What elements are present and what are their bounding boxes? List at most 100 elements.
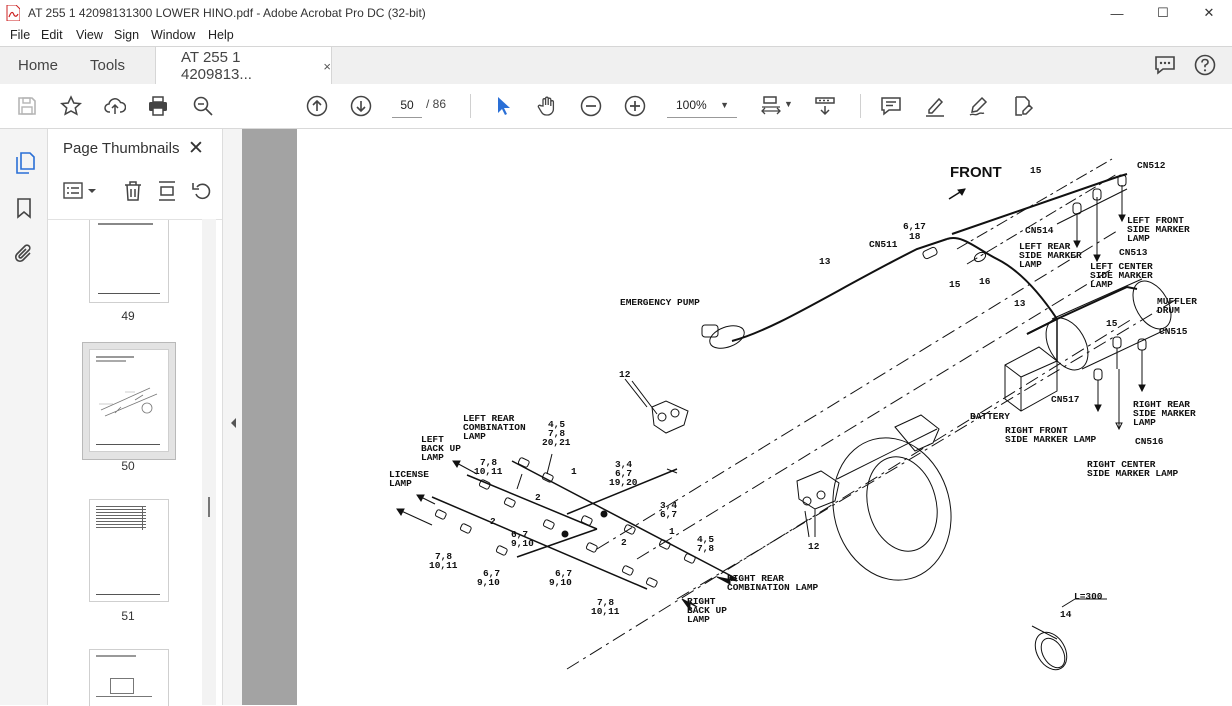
highlight-pen-icon[interactable] xyxy=(922,93,948,119)
thumbnail-label: 51 xyxy=(121,609,135,623)
callout-16: 16 xyxy=(979,276,991,287)
callout-10-11-a: 10,11 xyxy=(474,466,503,477)
label-left-back-up-lamp: LAMP xyxy=(421,452,444,463)
callout-20-21: 20,21 xyxy=(542,437,571,448)
fill-sign-icon[interactable] xyxy=(966,93,992,119)
menu-view[interactable]: View xyxy=(76,28,103,42)
connector-cn513: CN513 xyxy=(1119,247,1148,258)
front-label: FRONT xyxy=(950,164,1002,181)
print-icon[interactable] xyxy=(145,93,171,119)
select-arrow-icon[interactable] xyxy=(490,93,516,119)
wiring-diagram: FRONT 15 CN512 6,17 18 CN511 CN514 LEFT … xyxy=(389,158,1197,671)
menu-window[interactable]: Window xyxy=(151,28,195,42)
scrollbar-thumb[interactable] xyxy=(208,497,210,517)
connector-cn517: CN517 xyxy=(1051,394,1080,405)
toolbar-divider xyxy=(860,94,861,118)
page-number-input[interactable]: 50 xyxy=(392,93,422,118)
zoom-in-icon[interactable] xyxy=(622,93,648,119)
callout-15-right: 15 xyxy=(1106,318,1118,329)
collapse-panel-icon[interactable] xyxy=(229,417,237,429)
zoom-out-icon[interactable] xyxy=(578,93,604,119)
thumbnail-page-50[interactable] xyxy=(89,349,169,452)
delete-trash-icon[interactable] xyxy=(123,180,143,202)
callout-9-10-a: 9,10 xyxy=(511,538,534,549)
help-icon[interactable] xyxy=(1194,54,1216,76)
bookmarks-icon[interactable] xyxy=(16,197,32,219)
thumbnail-page-49[interactable] xyxy=(89,220,169,303)
label-right-front-side-marker-lamp: SIDE MARKER LAMP xyxy=(1005,434,1097,445)
edit-pdf-icon[interactable] xyxy=(1010,93,1036,119)
document-background xyxy=(242,129,297,705)
label-right-center-side-marker-lamp: SIDE MARKER LAMP xyxy=(1087,468,1179,479)
navigation-rail xyxy=(0,129,48,705)
callout-18: 18 xyxy=(909,231,921,242)
toolbar xyxy=(0,84,1232,129)
tab-home[interactable]: Home xyxy=(18,47,58,84)
save-icon[interactable] xyxy=(14,93,40,119)
callout-7-8-c: 7,8 xyxy=(697,543,714,554)
menu-edit[interactable]: Edit xyxy=(41,28,63,42)
tab-tools[interactable]: Tools xyxy=(90,47,125,84)
page-fit-chevron-icon[interactable]: ▼ xyxy=(784,99,793,109)
tab-close-icon[interactable]: × xyxy=(323,59,331,74)
hand-tool-icon[interactable] xyxy=(534,93,560,119)
panel-title: Page Thumbnails xyxy=(63,140,180,157)
connector-cn516: CN516 xyxy=(1135,436,1164,447)
callout-19-20: 19,20 xyxy=(609,477,638,488)
menu-help[interactable]: Help xyxy=(208,28,234,42)
thumbnail-list: 49 50 51 xyxy=(48,219,222,706)
minimize-button[interactable]: — xyxy=(1094,0,1140,26)
label-left-front-lamp: LAMP xyxy=(1127,233,1150,244)
callout-14: 14 xyxy=(1060,609,1072,620)
close-window-button[interactable]: ✕ xyxy=(1186,0,1232,26)
bookmark-star-icon[interactable] xyxy=(58,93,84,119)
callout-9-10-b: 9,10 xyxy=(477,577,500,588)
add-comment-icon[interactable] xyxy=(878,93,904,119)
label-combination-lamp: COMBINATION LAMP xyxy=(727,582,819,593)
label-left-center-lamp: LAMP xyxy=(1090,279,1113,290)
callout-13-right: 13 xyxy=(1014,298,1026,309)
menu-bar: File Edit View Sign Window Help xyxy=(0,26,1232,46)
close-panel-icon[interactable]: ✕ xyxy=(188,137,204,160)
extract-pages-icon[interactable] xyxy=(157,180,177,202)
attachments-icon[interactable] xyxy=(13,243,35,265)
thumbnail-page-52[interactable] xyxy=(89,649,169,706)
thumbnail-page-51[interactable] xyxy=(89,499,169,602)
upload-cloud-icon[interactable] xyxy=(102,93,128,119)
thumbnail-options-icon[interactable] xyxy=(63,181,99,201)
next-page-icon[interactable] xyxy=(348,93,374,119)
callout-2-a: 2 xyxy=(535,492,541,503)
chevron-down-icon: ▼ xyxy=(720,100,729,110)
page-fit-icon[interactable] xyxy=(758,93,784,119)
callout-1-b: 1 xyxy=(669,526,675,537)
scroll-mode-icon[interactable] xyxy=(812,93,838,119)
toolbar-divider xyxy=(470,94,471,118)
menu-sign[interactable]: Sign xyxy=(114,28,139,42)
callout-1-a: 1 xyxy=(571,466,577,477)
label-right-back-up-lamp: LAMP xyxy=(687,614,710,625)
tab-document[interactable]: AT 255 1 4209813... × xyxy=(155,47,332,85)
rotate-icon[interactable] xyxy=(191,180,213,202)
page-thumbnails-icon[interactable] xyxy=(14,151,36,175)
callout-9-10-c: 9,10 xyxy=(549,577,572,588)
connector-cn515: CN515 xyxy=(1159,326,1188,337)
thumbnail-scrollbar[interactable] xyxy=(202,219,216,705)
maximize-button[interactable]: ☐ xyxy=(1140,0,1186,26)
callout-2-b: 2 xyxy=(490,516,496,527)
callout-10-11-b: 10,11 xyxy=(429,560,458,571)
comment-icon[interactable] xyxy=(1154,55,1176,75)
menu-file[interactable]: File xyxy=(10,28,30,42)
zoom-level-select[interactable]: 100% ▼ xyxy=(667,93,737,118)
previous-page-icon[interactable] xyxy=(304,93,330,119)
panel-splitter[interactable] xyxy=(222,129,243,705)
callout-13-left: 13 xyxy=(819,256,831,267)
thumbnail-label: 49 xyxy=(121,309,135,323)
label-left-rear-comb-lamp: LAMP xyxy=(463,431,486,442)
title-bar: AT 255 1 42098131300 LOWER HINO.pdf - Ad… xyxy=(0,0,1232,27)
callout-6-7-b: 6,7 xyxy=(660,509,677,520)
zoom-search-icon[interactable] xyxy=(190,93,216,119)
page-total: / 86 xyxy=(426,97,447,111)
label-l-300: L=300 xyxy=(1074,591,1103,602)
connector-cn511: CN511 xyxy=(869,239,898,250)
page-thumbnails-panel: Page Thumbnails ✕ 49 50 51 xyxy=(48,129,222,706)
